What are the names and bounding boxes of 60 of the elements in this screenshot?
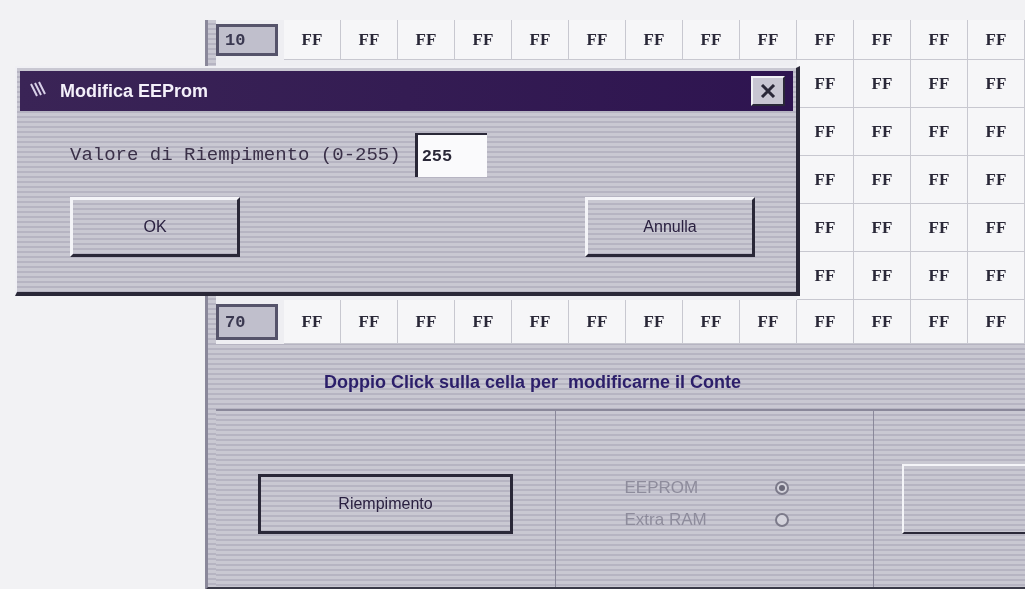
- table-cell[interactable]: FF: [968, 20, 1025, 60]
- table-cell[interactable]: FF: [911, 20, 968, 60]
- blank-button[interactable]: [902, 464, 1025, 534]
- table-cell[interactable]: FF: [911, 60, 968, 108]
- table-cell[interactable]: FF: [797, 252, 854, 300]
- table-cell[interactable]: FF: [797, 300, 854, 344]
- option-label: EEPROM: [624, 478, 700, 498]
- table-cell[interactable]: FF: [911, 108, 968, 156]
- table-cell[interactable]: FF: [455, 300, 512, 344]
- table-cell[interactable]: FF: [911, 156, 968, 204]
- table-cell[interactable]: FF: [683, 20, 740, 60]
- table-cell[interactable]: FF: [341, 300, 398, 344]
- table-cell[interactable]: FF: [968, 252, 1025, 300]
- table-cell[interactable]: FF: [512, 20, 569, 60]
- table-cell[interactable]: FF: [626, 20, 683, 60]
- table-cell[interactable]: FF: [740, 300, 797, 344]
- table-cell[interactable]: FF: [854, 60, 911, 108]
- table-cell[interactable]: FF: [398, 300, 455, 344]
- table-cell[interactable]: FF: [797, 60, 854, 108]
- table-cell[interactable]: FF: [284, 20, 341, 60]
- table-cell[interactable]: FF: [911, 252, 968, 300]
- table-cell[interactable]: FF: [284, 300, 341, 344]
- option-label: Extra RAM: [624, 510, 708, 530]
- table-cell[interactable]: FF: [341, 20, 398, 60]
- table-cell[interactable]: FF: [626, 300, 683, 344]
- table-cell[interactable]: FF: [569, 300, 626, 344]
- table-cell[interactable]: FF: [968, 108, 1025, 156]
- table-cell[interactable]: FF: [797, 20, 854, 60]
- table-cell[interactable]: FF: [797, 156, 854, 204]
- table-cell[interactable]: FF: [911, 204, 968, 252]
- table-cell[interactable]: FF: [398, 20, 455, 60]
- table-cell[interactable]: FF: [569, 20, 626, 60]
- row-address: 10: [216, 24, 278, 56]
- table-cell[interactable]: FF: [797, 108, 854, 156]
- close-button[interactable]: [751, 76, 785, 106]
- value-field[interactable]: 255: [414, 133, 487, 177]
- table-cell[interactable]: FF: [854, 300, 911, 344]
- table-cell[interactable]: FF: [455, 20, 512, 60]
- hint-text: Doppio Click sulla cella per modificarne il Conte: [324, 372, 743, 393]
- table-cell[interactable]: FF: [512, 300, 569, 344]
- table-cell[interactable]: FF: [683, 300, 740, 344]
- table-cell[interactable]: FF: [854, 20, 911, 60]
- table-cell[interactable]: FF: [740, 20, 797, 60]
- dialog-title: Modifica EEProm: [60, 80, 210, 102]
- table-cell[interactable]: FF: [968, 204, 1025, 252]
- table-cell[interactable]: FF: [911, 300, 968, 344]
- table-cell[interactable]: FF: [797, 204, 854, 252]
- ok-button[interactable]: OK: [70, 197, 240, 257]
- fill-button[interactable]: Riempimento: [258, 474, 513, 534]
- close-icon: [760, 84, 776, 98]
- table-cell[interactable]: FF: [968, 156, 1025, 204]
- table-cell[interactable]: FF: [968, 300, 1025, 344]
- table-cell[interactable]: FF: [854, 204, 911, 252]
- row-address: 70: [216, 304, 278, 340]
- table-cell[interactable]: FF: [968, 60, 1025, 108]
- table-cell[interactable]: FF: [854, 156, 911, 204]
- field-label: Valore di Riempimento (0-255): [70, 144, 401, 166]
- table-cell[interactable]: FF: [854, 252, 911, 300]
- cancel-button[interactable]: Annulla: [585, 197, 755, 257]
- table-cell[interactable]: FF: [854, 108, 911, 156]
